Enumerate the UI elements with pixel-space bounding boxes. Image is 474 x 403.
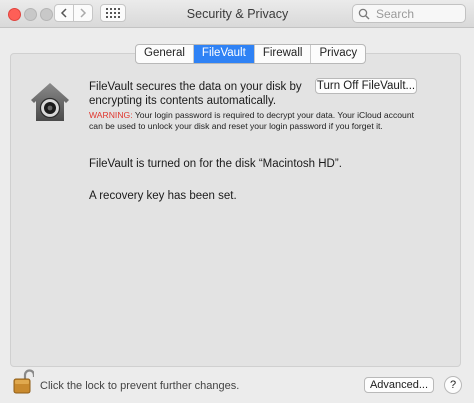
warning-label: WARNING: bbox=[89, 110, 133, 120]
advanced-button[interactable]: Advanced... bbox=[364, 377, 434, 393]
warning-text: Your login password is required to decry… bbox=[89, 110, 414, 131]
zoom-window-button[interactable] bbox=[40, 8, 53, 21]
grid-icon bbox=[106, 8, 120, 18]
filevault-house-icon bbox=[31, 83, 69, 121]
filevault-description: FileVault secures the data on your disk … bbox=[89, 81, 302, 107]
tab-filevault[interactable]: FileVault bbox=[193, 45, 255, 63]
search-field[interactable] bbox=[352, 4, 466, 23]
show-all-button[interactable] bbox=[100, 4, 126, 22]
recovery-key-status-text: A recovery key has been set. bbox=[89, 190, 237, 202]
chevron-left-icon bbox=[60, 8, 67, 18]
back-button[interactable] bbox=[54, 4, 74, 22]
tab-firewall[interactable]: Firewall bbox=[255, 45, 312, 63]
chevron-right-icon bbox=[80, 8, 87, 18]
warning-message: WARNING: Your login password is required… bbox=[89, 110, 419, 132]
tab-bar: General FileVault Firewall Privacy bbox=[135, 44, 367, 64]
minimize-window-button[interactable] bbox=[24, 8, 37, 21]
turn-off-filevault-button[interactable]: Turn Off FileVault... bbox=[315, 78, 417, 94]
unlocked-padlock-icon[interactable] bbox=[12, 369, 34, 395]
forward-button[interactable] bbox=[73, 4, 93, 22]
tab-general[interactable]: General bbox=[136, 45, 194, 63]
lock-instruction-text: Click the lock to prevent further change… bbox=[40, 380, 240, 392]
search-icon bbox=[358, 8, 370, 19]
tab-privacy[interactable]: Privacy bbox=[311, 45, 365, 63]
window-title: Security & Privacy bbox=[186, 7, 289, 21]
search-input[interactable] bbox=[376, 6, 464, 21]
close-window-button[interactable] bbox=[8, 8, 21, 21]
help-button[interactable]: ? bbox=[444, 376, 462, 394]
disk-status-text: FileVault is turned on for the disk “Mac… bbox=[89, 158, 342, 170]
title-bar: Security & Privacy bbox=[0, 0, 474, 28]
